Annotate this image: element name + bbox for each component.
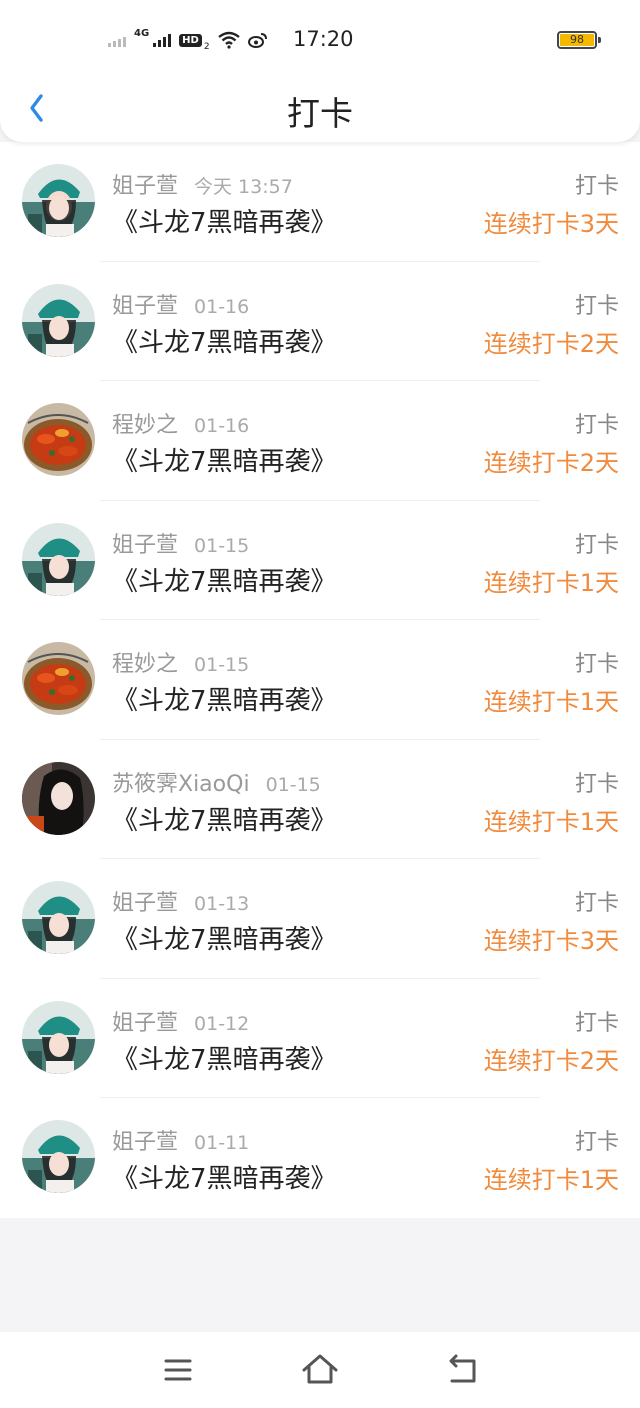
streak-label: 连续打卡1天 — [483, 568, 619, 597]
status-icons: 4G HD 2 — [108, 28, 268, 52]
book-title: 《斗龙7黑暗再袭》 — [112, 1164, 337, 1194]
network-type-label: 4G — [134, 28, 150, 39]
user-name: 姐子萱 01-12 — [112, 1010, 250, 1036]
battery-level: 98 — [570, 33, 584, 46]
checkin-type: 打卡 — [574, 532, 619, 558]
checkin-date: 01-16 — [194, 295, 250, 318]
streak-label: 连续打卡2天 — [483, 449, 619, 477]
streak-label: 连续打卡1天 — [483, 688, 619, 716]
streak-label: 连续打卡1天 — [483, 807, 619, 836]
user-name: 程妙之 01-15 — [112, 652, 250, 677]
streak-label: 连续打卡2天 — [483, 329, 619, 358]
checkin-type: 打卡 — [574, 174, 619, 199]
signal-sim1-icon — [108, 33, 126, 47]
list-item[interactable]: 苏筱霁XiaoQi 01-15 《斗龙7黑暗再袭》 打卡 连续打卡1天 — [0, 740, 640, 859]
checkin-type: 打卡 — [574, 293, 619, 319]
home-icon — [302, 1354, 338, 1384]
avatar[interactable] — [22, 1000, 95, 1074]
checkin-type: 打卡 — [574, 891, 619, 916]
book-title: 《斗龙7黑暗再袭》 — [112, 566, 337, 597]
list-item[interactable]: 姐子萱 01-12 《斗龙7黑暗再袭》 打卡 连续打卡2天 — [0, 979, 640, 1098]
header: 打卡 — [0, 80, 640, 142]
avatar[interactable] — [22, 522, 95, 596]
wifi-icon — [217, 31, 240, 49]
streak-label: 连续打卡2天 — [483, 1046, 619, 1075]
checkin-list: 姐子萱 今天 13:57 《斗龙7黑暗再袭》 打卡 连续打卡3天 姐子萱 01-16… — [0, 142, 640, 1218]
checkin-date: 01-15 — [194, 534, 250, 557]
home-button[interactable] — [300, 1350, 340, 1390]
system-nav-bar — [0, 1332, 640, 1408]
user-name: 程妙之 01-16 — [112, 413, 250, 438]
book-title: 《斗龙7黑暗再袭》 — [112, 925, 337, 955]
back-nav-button[interactable] — [442, 1350, 482, 1390]
menu-button[interactable] — [158, 1350, 198, 1390]
avatar[interactable] — [22, 283, 95, 357]
streak-label: 连续打卡1天 — [483, 1166, 619, 1194]
streak-label: 连续打卡3天 — [483, 927, 619, 955]
hd-voice-sub: 2 — [203, 42, 210, 52]
list-item[interactable]: 程妙之 01-15 《斗龙7黑暗再袭》 打卡 连续打卡1天 — [0, 620, 640, 740]
avatar[interactable] — [22, 642, 95, 715]
user-name: 姐子萱 01-16 — [112, 293, 250, 319]
user-name: 苏筱霁XiaoQi 01-15 — [112, 771, 321, 797]
user-name: 姐子萱 01-11 — [112, 1130, 250, 1155]
checkin-type: 打卡 — [574, 652, 619, 677]
avatar[interactable] — [22, 403, 95, 476]
back-nav-icon — [449, 1354, 476, 1383]
checkin-date: 今天 13:57 — [194, 176, 293, 198]
checkin-date: 01-15 — [265, 773, 321, 796]
list-item[interactable]: 姐子萱 01-15 《斗龙7黑暗再袭》 打卡 连续打卡1天 — [0, 501, 640, 620]
list-item[interactable]: 程妙之 01-16 《斗龙7黑暗再袭》 打卡 连续打卡2天 — [0, 381, 640, 501]
signal-sim2-icon — [153, 33, 172, 47]
book-title: 《斗龙7黑暗再袭》 — [112, 327, 337, 358]
clock: 17:20 — [293, 27, 354, 51]
book-title: 《斗龙7黑暗再袭》 — [112, 1044, 337, 1075]
weibo-icon — [247, 33, 267, 48]
list-item[interactable]: 姐子萱 今天 13:57 《斗龙7黑暗再袭》 打卡 连续打卡3天 — [0, 142, 640, 262]
avatar[interactable] — [22, 761, 95, 835]
checkin-type: 打卡 — [574, 771, 619, 797]
status-bar: 4G HD 2 17:20 98 — [0, 0, 640, 80]
battery-icon: 98 — [557, 31, 601, 49]
streak-label: 连续打卡3天 — [483, 210, 619, 238]
checkin-type: 打卡 — [574, 1130, 619, 1155]
checkin-date: 01-12 — [194, 1012, 250, 1035]
list-item[interactable]: 姐子萱 01-16 《斗龙7黑暗再袭》 打卡 连续打卡2天 — [0, 262, 640, 381]
page-title: 打卡 — [287, 94, 353, 133]
checkin-date: 01-15 — [194, 654, 250, 676]
user-name: 姐子萱 01-15 — [112, 532, 250, 558]
book-title: 《斗龙7黑暗再袭》 — [112, 208, 337, 238]
user-name: 姐子萱 01-13 — [112, 891, 250, 916]
user-name: 姐子萱 今天 13:57 — [112, 174, 293, 199]
book-title: 《斗龙7黑暗再袭》 — [112, 805, 337, 836]
checkin-type: 打卡 — [574, 1010, 619, 1036]
checkin-date: 01-16 — [194, 415, 250, 437]
checkin-date: 01-11 — [194, 1132, 250, 1154]
list-item[interactable]: 姐子萱 01-13 《斗龙7黑暗再袭》 打卡 连续打卡3天 — [0, 859, 640, 979]
menu-icon — [164, 1359, 192, 1381]
checkin-date: 01-13 — [194, 893, 250, 915]
avatar[interactable] — [22, 164, 95, 237]
checkin-type: 打卡 — [574, 413, 619, 438]
avatar[interactable] — [22, 1120, 95, 1193]
list-item[interactable]: 姐子萱 01-11 《斗龙7黑暗再袭》 打卡 连续打卡1天 — [0, 1098, 640, 1218]
book-title: 《斗龙7黑暗再袭》 — [112, 447, 337, 477]
avatar[interactable] — [22, 881, 95, 954]
hd-voice-icon: HD — [179, 33, 202, 47]
book-title: 《斗龙7黑暗再袭》 — [112, 686, 337, 716]
